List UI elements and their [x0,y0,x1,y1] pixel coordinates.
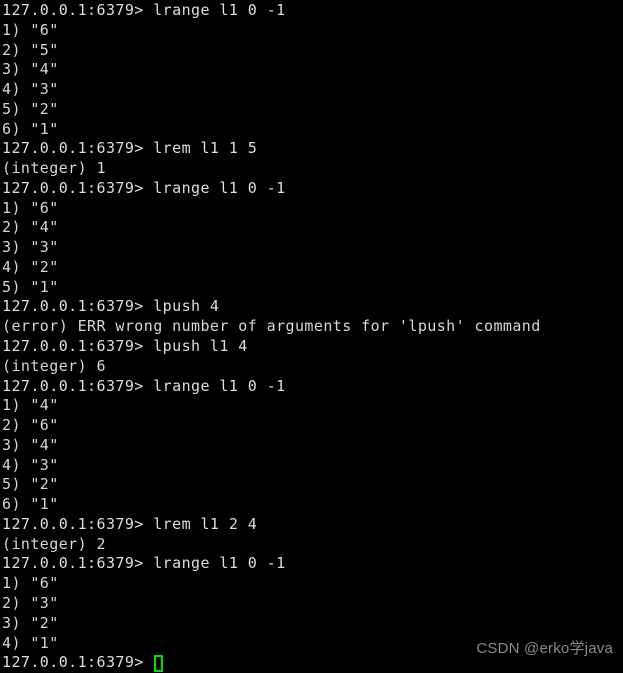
terminal-output-line: 3) "3" [2,238,59,257]
terminal-command-line: 127.0.0.1:6379> lrem l1 2 4 [2,514,258,533]
terminal-output-line: 6) "1" [2,495,59,514]
terminal-output-line: 3) "2" [2,613,59,632]
terminal-output-line: 4) "3" [2,80,59,99]
terminal-error-line: (error) ERR wrong number of arguments fo… [2,317,541,336]
terminal-scrollback: 127.0.0.1:6379> lrange l1 0 -1 1) "6" 2) "… [2,1,623,653]
terminal-output-line: (integer) 6 [2,356,106,375]
terminal-output-line: 1) "6" [2,574,59,593]
terminal-output-line: 2) "5" [2,40,59,59]
terminal-command-line: 127.0.0.1:6379> lpush l1 4 [2,337,248,356]
terminal-output-line: (integer) 1 [2,159,106,178]
terminal-output-line: 2) "4" [2,218,59,237]
terminal-command-line: 127.0.0.1:6379> lrange l1 0 -1 [2,554,286,573]
terminal-output-line: (integer) 2 [2,534,106,553]
terminal-command-line: 127.0.0.1:6379> lpush 4 [2,297,220,316]
terminal-output-line: 1) "4" [2,396,59,415]
watermark-label: CSDN @erko学java [476,640,613,657]
terminal-command-line: 127.0.0.1:6379> lrange l1 0 -1 [2,1,286,19]
terminal-output-line: 5) "1" [2,277,59,296]
terminal-output-line: 2) "3" [2,593,59,612]
terminal-output-line: 3) "4" [2,60,59,79]
text-cursor [154,654,164,672]
terminal-command-line: 127.0.0.1:6379> lrange l1 0 -1 [2,376,286,395]
terminal-output-line: 6) "1" [2,119,59,138]
terminal-window[interactable]: 127.0.0.1:6379> lrange l1 0 -1 1) "6" 2) "… [0,0,623,672]
prompt-label: 127.0.0.1:6379> [2,653,154,672]
terminal-command-line: 127.0.0.1:6379> lrem l1 1 5 [2,139,258,158]
terminal-output-line: 4) "3" [2,455,59,474]
terminal-command-line: 127.0.0.1:6379> lrange l1 0 -1 [2,178,286,197]
terminal-output-line: 2) "6" [2,416,59,435]
terminal-output-line: 5) "2" [2,475,59,494]
terminal-output-line: 3) "4" [2,435,59,454]
terminal-output-line: 5) "2" [2,99,59,118]
terminal-output-line: 1) "6" [2,198,59,217]
terminal-output-line: 4) "2" [2,257,59,276]
terminal-output-line: 1) "6" [2,20,59,39]
